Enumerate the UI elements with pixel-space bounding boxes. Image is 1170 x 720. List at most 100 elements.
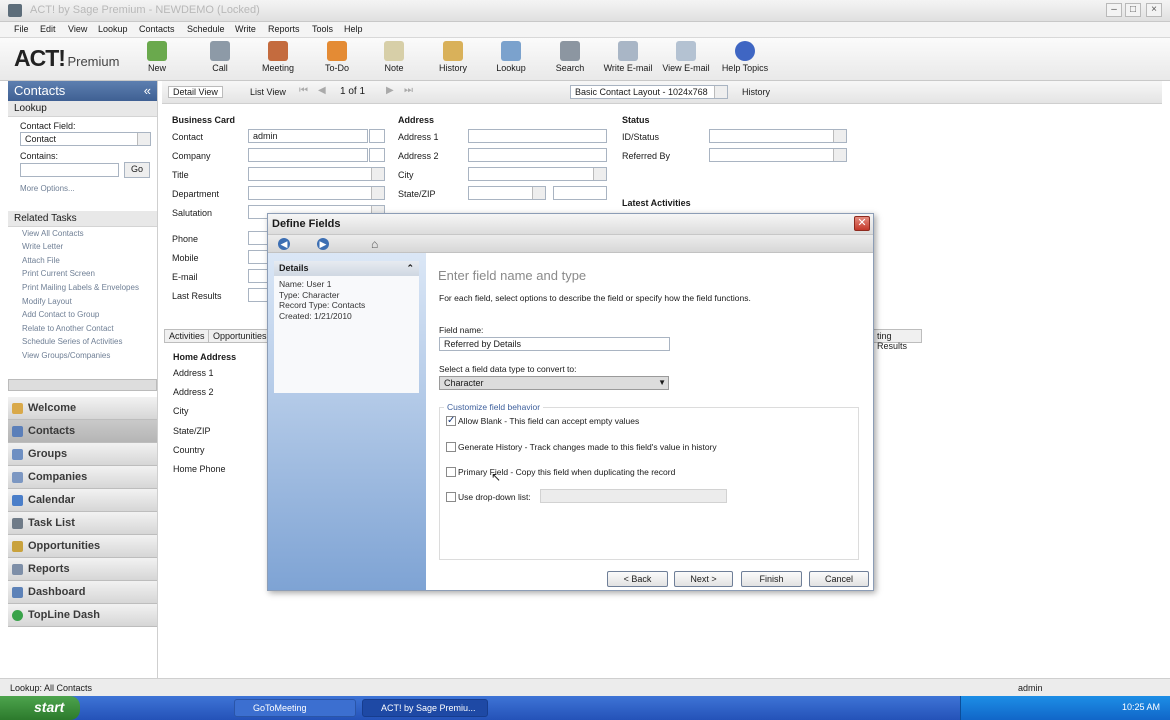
view-email-button[interactable]: View E-mail (659, 41, 713, 73)
task-gotomeeting[interactable]: GoToMeeting (234, 699, 356, 717)
nav-reports[interactable]: Reports (8, 557, 157, 581)
address1-input[interactable] (468, 129, 607, 143)
menu-help[interactable]: Help (344, 24, 363, 34)
address2-input[interactable] (468, 148, 607, 162)
related-task-link[interactable]: Write Letter (8, 242, 157, 256)
home-address-label: Address 2 (173, 387, 214, 397)
home-icon[interactable]: ⌂ (371, 237, 378, 251)
write-email-button[interactable]: Write E-mail (601, 41, 655, 73)
related-task-link[interactable]: View Groups/Companies (8, 351, 157, 365)
nav-opportunities[interactable]: Opportunities (8, 534, 157, 558)
email-input[interactable] (248, 269, 268, 283)
dialog-close-icon[interactable]: ✕ (854, 216, 870, 231)
list-view-tab[interactable]: List View (250, 87, 286, 97)
lookup-button[interactable]: Lookup (484, 41, 538, 73)
menu-reports[interactable]: Reports (268, 24, 300, 34)
nav-contacts[interactable]: Contacts (8, 419, 157, 443)
data-type-select[interactable]: Character ▼ (439, 376, 669, 390)
layout-select[interactable]: Basic Contact Layout - 1024x768 (570, 85, 728, 99)
zip-input[interactable] (553, 186, 607, 200)
history-button[interactable]: History (426, 41, 480, 73)
company-input[interactable] (248, 148, 368, 162)
back-button[interactable]: < Back (607, 571, 668, 587)
task-act-premium[interactable]: ACT! by Sage Premiu... (362, 699, 488, 717)
related-task-link[interactable]: Print Current Screen (8, 269, 157, 283)
search-button[interactable]: Search (543, 41, 597, 73)
use-dropdown-checkbox[interactable] (446, 492, 456, 502)
nav-companies[interactable]: Companies (8, 465, 157, 489)
mouse-cursor-icon: ↖ (491, 470, 502, 484)
nav-task-list[interactable]: Task List (8, 511, 157, 535)
detail-view-tab[interactable]: Detail View (168, 86, 223, 98)
cancel-button[interactable]: Cancel (809, 571, 869, 587)
minimize-icon[interactable]: – (1106, 3, 1122, 17)
related-task-link[interactable]: Add Contact to Group (8, 310, 157, 324)
finish-button[interactable]: Finish (741, 571, 802, 587)
related-task-link[interactable]: Attach File (8, 256, 157, 270)
last-record-icon[interactable]: ⏭ (404, 85, 413, 96)
contact-field-select[interactable]: Contact (20, 132, 151, 146)
department-select[interactable] (248, 186, 385, 200)
contains-input[interactable] (20, 163, 119, 177)
contact-input[interactable]: admin (248, 129, 368, 143)
menu-contacts[interactable]: Contacts (139, 24, 175, 34)
menu-file[interactable]: File (14, 24, 29, 34)
city-select[interactable] (468, 167, 607, 181)
next-record-icon[interactable]: ▶ (386, 85, 394, 96)
dialog-heading: Enter field name and type (438, 268, 587, 283)
next-button[interactable]: Next > (674, 571, 733, 587)
todo-button[interactable]: To-Do (310, 41, 364, 73)
allow-blank-checkbox[interactable] (446, 415, 456, 426)
tab-opportunities[interactable]: Opportunities (208, 329, 272, 343)
close-icon[interactable]: × (1146, 3, 1162, 17)
title-select[interactable] (248, 167, 385, 181)
company-browse-button[interactable] (369, 148, 385, 162)
related-task-link[interactable]: Modify Layout (8, 297, 157, 311)
collapse-chevron-icon[interactable]: ⌃ (406, 263, 414, 274)
menu-schedule[interactable]: Schedule (187, 24, 225, 34)
menu-tools[interactable]: Tools (312, 24, 333, 34)
first-record-icon[interactable]: ⏮ (299, 85, 308, 96)
horizontal-scrollbar[interactable] (8, 378, 157, 391)
related-task-link[interactable]: Schedule Series of Activities (8, 337, 157, 351)
nav-groups[interactable]: Groups (8, 442, 157, 466)
menu-lookup[interactable]: Lookup (98, 24, 128, 34)
nav-dashboard[interactable]: Dashboard (8, 580, 157, 604)
nav-calendar[interactable]: Calendar (8, 488, 157, 512)
back-arrow-icon[interactable]: ◀ (278, 238, 290, 250)
go-button[interactable]: Go (124, 162, 150, 178)
related-task-link[interactable]: Relate to Another Contact (8, 324, 157, 338)
state-select[interactable] (468, 186, 546, 200)
last-results-input[interactable] (248, 288, 268, 302)
note-button[interactable]: Note (367, 41, 421, 73)
forward-arrow-icon[interactable]: ▶ (317, 238, 329, 250)
menu-write[interactable]: Write (235, 24, 256, 34)
referred-by-select[interactable] (709, 148, 847, 162)
related-task-link[interactable]: Print Mailing Labels & Envelopes (8, 283, 157, 297)
primary-field-checkbox[interactable] (446, 467, 456, 477)
new-button[interactable]: New (130, 41, 184, 73)
contact-browse-button[interactable] (369, 129, 385, 143)
nav-welcome[interactable]: Welcome (8, 396, 157, 420)
related-task-link[interactable]: View All Contacts (8, 229, 157, 243)
field-name-input[interactable]: Referred by Details (439, 337, 670, 351)
tab-resulting[interactable]: ting Results (872, 329, 922, 351)
previous-record-icon[interactable]: ◀ (318, 85, 326, 96)
mobile-input[interactable] (248, 250, 268, 264)
dropdown-list-select[interactable] (540, 489, 727, 503)
call-button[interactable]: Call (193, 41, 247, 73)
menu-view[interactable]: View (68, 24, 87, 34)
id-status-select[interactable] (709, 129, 847, 143)
menu-edit[interactable]: Edit (40, 24, 56, 34)
more-options-link[interactable]: More Options... (8, 184, 157, 198)
start-button[interactable]: start (0, 696, 80, 720)
generate-history-checkbox[interactable] (446, 442, 456, 452)
meeting-button[interactable]: Meeting (251, 41, 305, 73)
help-topics-button[interactable]: Help Topics (718, 41, 772, 73)
nav-topline-dash[interactable]: TopLine Dash (8, 603, 157, 627)
phone-input[interactable] (248, 231, 268, 245)
tab-activities[interactable]: Activities (164, 329, 210, 343)
collapse-icon[interactable]: « (144, 83, 151, 98)
history-view-button[interactable]: History (742, 87, 770, 97)
maximize-icon[interactable]: □ (1125, 3, 1141, 17)
